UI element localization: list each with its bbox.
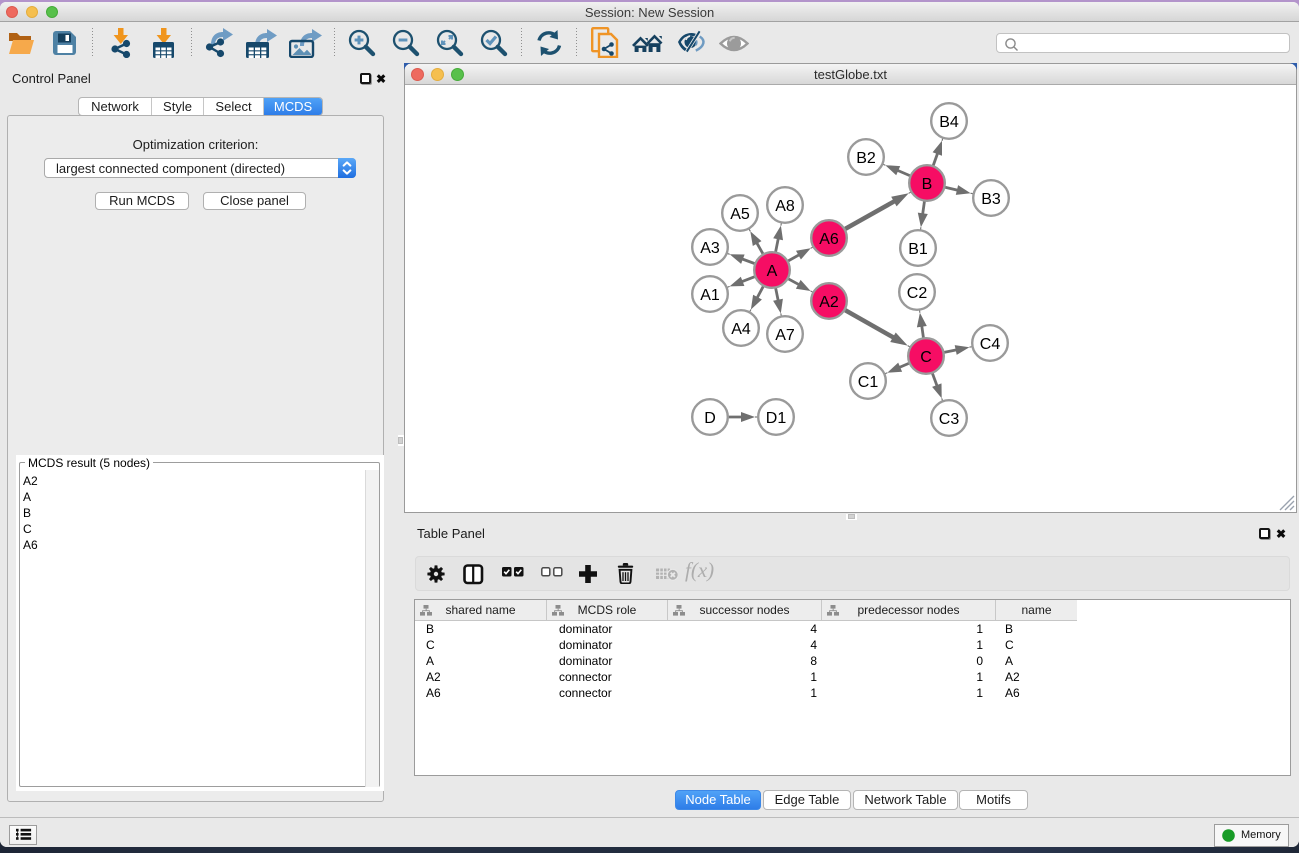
svg-text:A7: A7 (775, 327, 795, 344)
svg-text:D: D (704, 410, 716, 427)
svg-text:B3: B3 (981, 191, 1001, 208)
svg-text:D1: D1 (766, 410, 787, 427)
svg-text:A4: A4 (731, 321, 751, 338)
svg-text:A8: A8 (775, 198, 795, 215)
svg-text:C4: C4 (980, 336, 1001, 353)
svg-text:B: B (922, 176, 933, 193)
svg-text:A5: A5 (730, 206, 750, 223)
svg-text:B1: B1 (908, 241, 928, 258)
svg-text:C3: C3 (939, 411, 960, 428)
svg-text:A: A (767, 263, 778, 280)
svg-text:A6: A6 (819, 231, 839, 248)
svg-text:A2: A2 (819, 294, 839, 311)
svg-text:C2: C2 (907, 285, 928, 302)
svg-text:C1: C1 (858, 374, 879, 391)
svg-text:A3: A3 (700, 240, 720, 257)
svg-text:B2: B2 (856, 150, 876, 167)
svg-text:A1: A1 (700, 287, 720, 304)
svg-text:B4: B4 (939, 114, 959, 131)
svg-text:C: C (920, 349, 932, 366)
